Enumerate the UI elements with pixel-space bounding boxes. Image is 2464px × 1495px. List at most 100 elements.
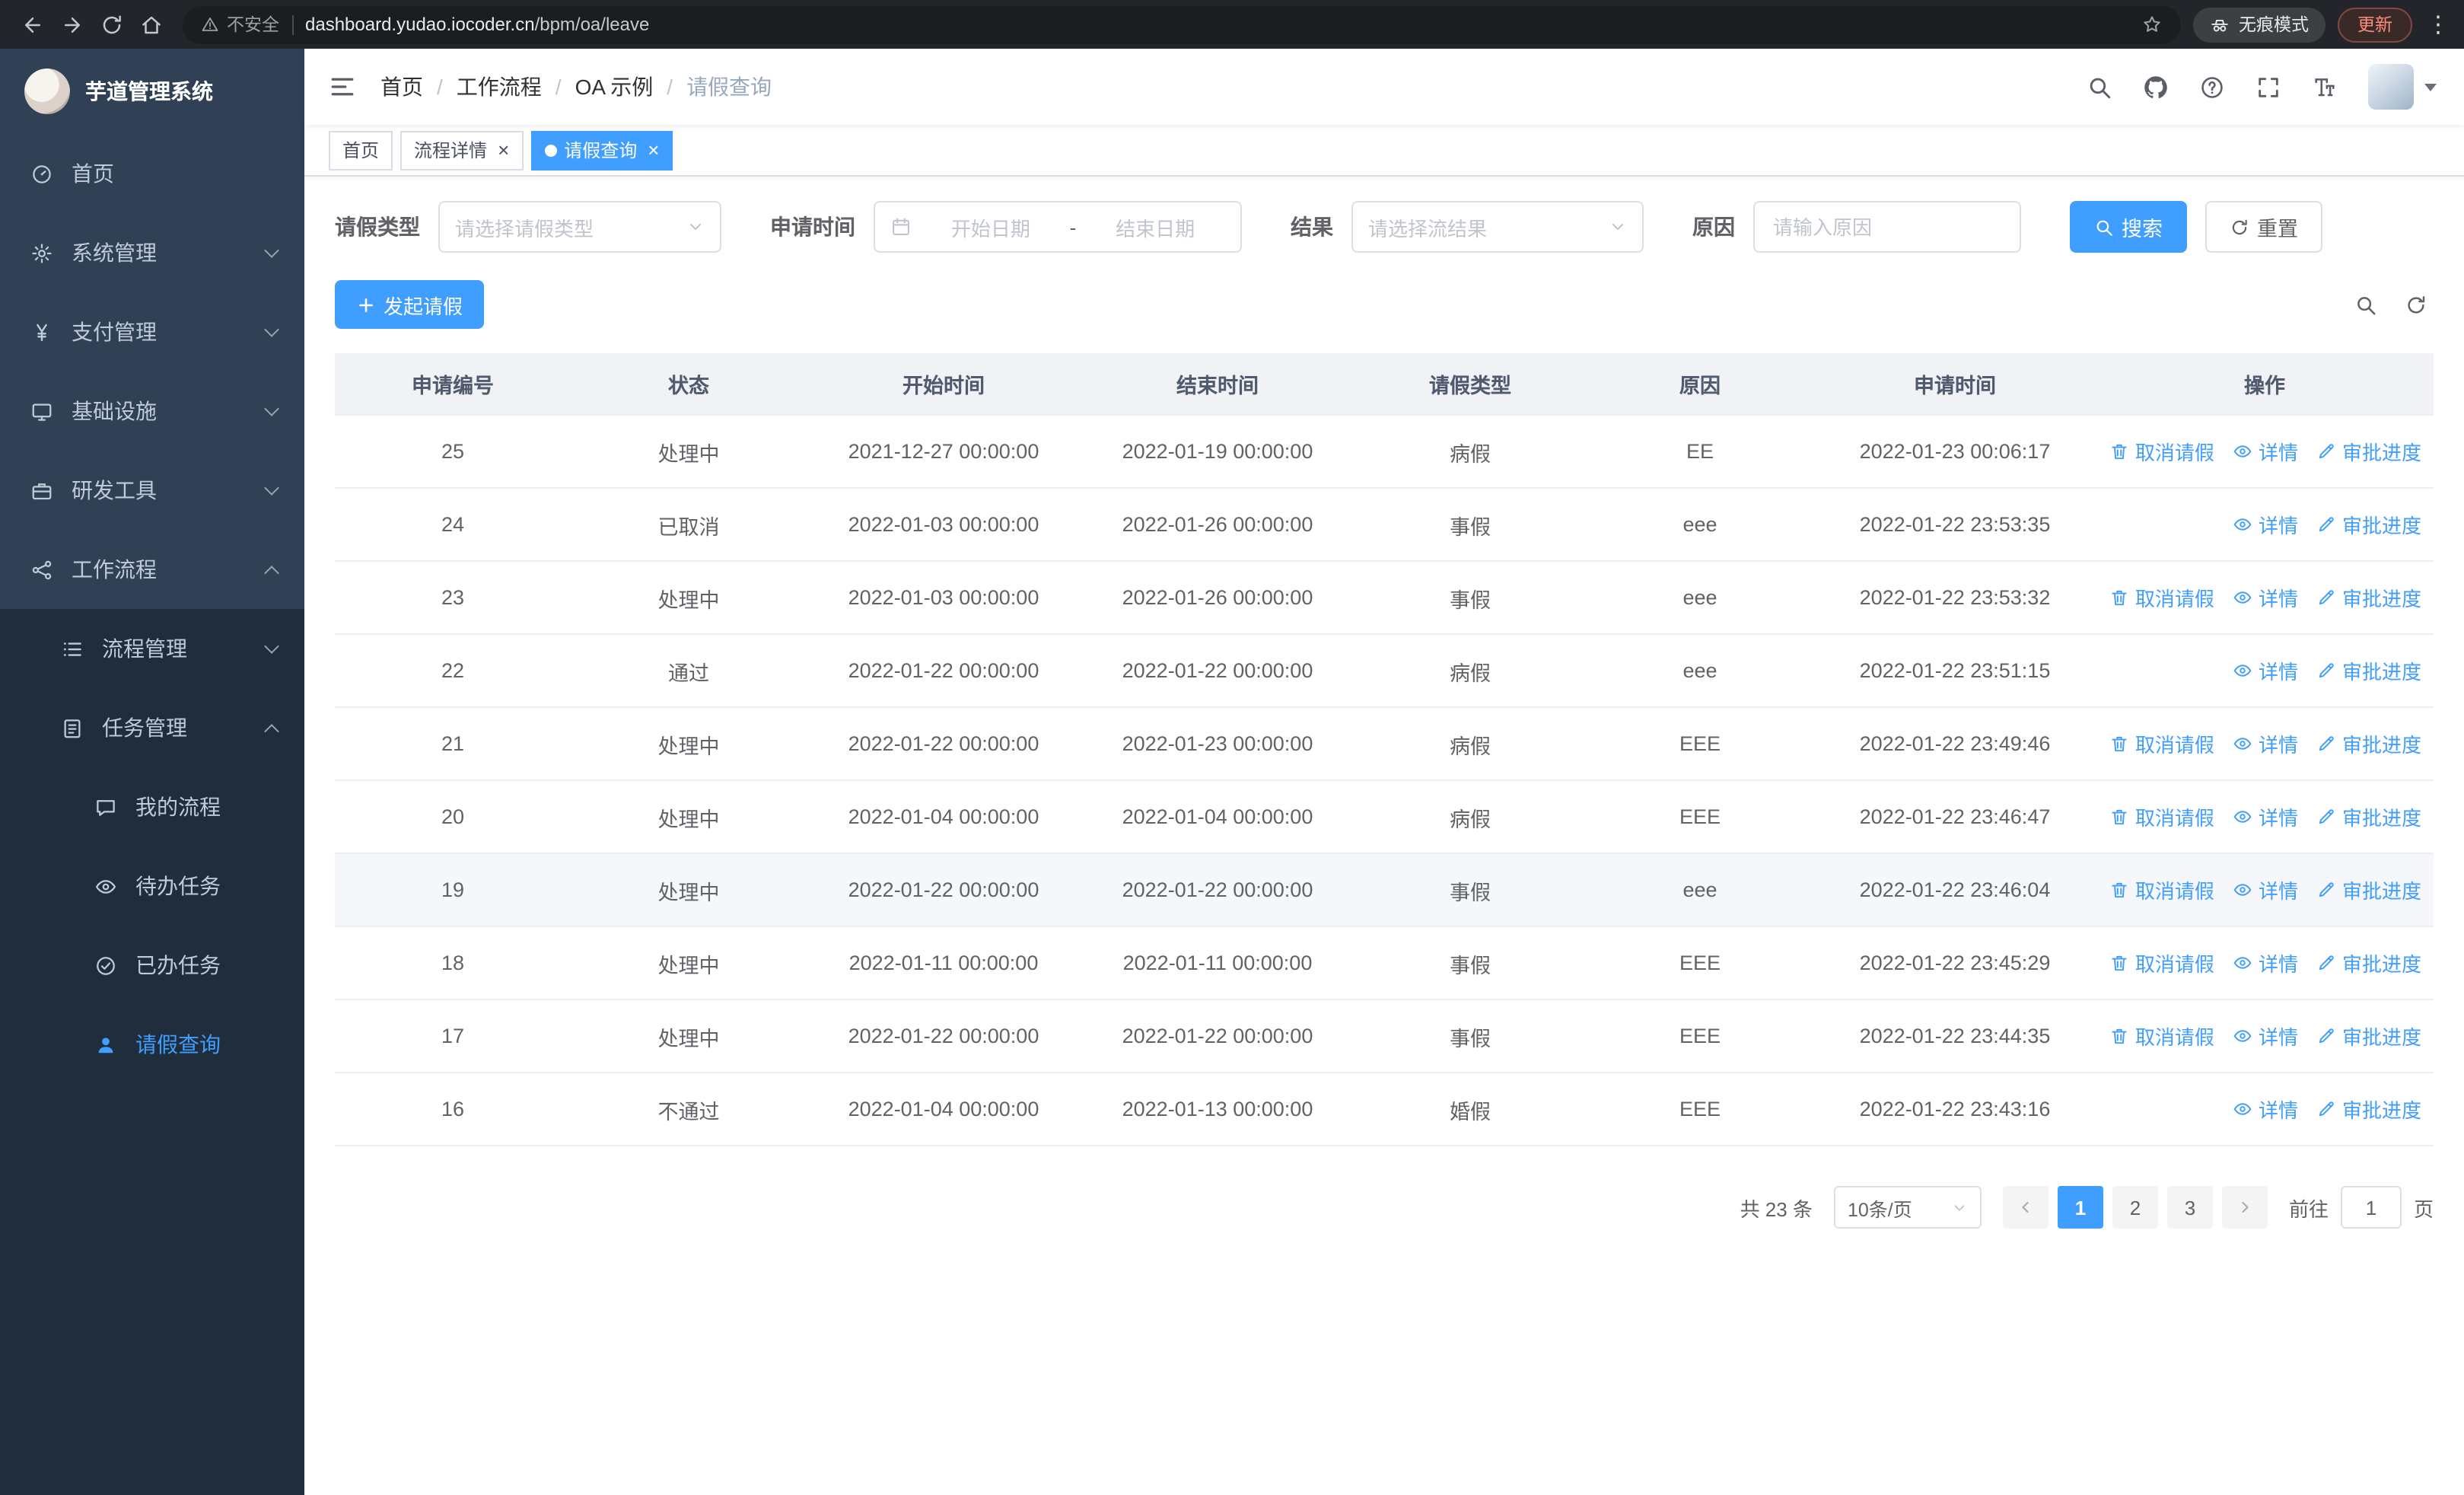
create-leave-button[interactable]: 发起请假 [335, 280, 485, 329]
detail-link[interactable]: 详情 [2233, 656, 2298, 685]
detail-link[interactable]: 详情 [2233, 510, 2298, 539]
cancel-leave-link[interactable]: 取消请假 [2109, 729, 2214, 758]
date-range-picker[interactable]: 开始日期 - 结束日期 [874, 201, 1242, 253]
filter-leave-type: 请假类型 请选择请假类型 [335, 201, 721, 253]
cancel-leave-link[interactable]: 取消请假 [2109, 875, 2214, 904]
cancel-leave-link[interactable]: 取消请假 [2109, 583, 2214, 612]
leave-type-placeholder: 请选择请假类型 [455, 217, 594, 240]
incognito-badge: 无痕模式 [2193, 7, 2326, 42]
detail-link[interactable]: 详情 [2233, 583, 2298, 612]
update-button[interactable]: 更新 [2338, 7, 2412, 42]
breadcrumb-item[interactable]: 工作流程 [457, 72, 542, 102]
dashboard-icon [30, 162, 53, 185]
sidebar-item-leave-query[interactable]: 请假查询 [0, 1005, 304, 1084]
home-button[interactable] [131, 5, 170, 44]
approval-progress-link[interactable]: 审批进度 [2316, 1095, 2421, 1124]
cancel-leave-link[interactable]: 取消请假 [2109, 1022, 2214, 1050]
sidebar-item-payment[interactable]: 支付管理 [0, 292, 304, 371]
detail-link[interactable]: 详情 [2233, 875, 2298, 904]
cell-id: 21 [441, 732, 465, 755]
approval-progress-link[interactable]: 审批进度 [2316, 802, 2421, 831]
result-select[interactable]: 请选择流结果 [1351, 201, 1644, 253]
fullscreen-icon[interactable] [2255, 74, 2281, 100]
table-tools [2354, 293, 2434, 316]
cell-end-time: 2022-01-22 00:00:00 [1122, 878, 1313, 901]
sidebar-item-devtools[interactable]: 研发工具 [0, 451, 304, 530]
user-menu[interactable] [2368, 64, 2437, 110]
cancel-leave-link[interactable]: 取消请假 [2109, 437, 2214, 466]
page-button-2[interactable]: 2 [2112, 1186, 2158, 1229]
approval-progress-link[interactable]: 审批进度 [2316, 875, 2421, 904]
cancel-leave-link[interactable]: 取消请假 [2109, 802, 2214, 831]
active-tab-dot [544, 144, 557, 156]
tab-process-detail[interactable]: 流程详情 × [400, 130, 524, 170]
sidebar-item-done-tasks[interactable]: 已办任务 [0, 926, 304, 1005]
reason-input[interactable] [1753, 201, 2021, 253]
leave-table: 申请编号 状态 开始时间 结束时间 请假类型 原因 申请时间 操作 25 处理中 2021-12-… [335, 353, 2434, 1146]
sidebar-item-system[interactable]: 系统管理 [0, 213, 304, 292]
column-header-actions: 操作 [2244, 375, 2285, 397]
cell-end-time: 2022-01-26 00:00:00 [1122, 513, 1313, 536]
sidebar-item-task-management[interactable]: 任务管理 [0, 688, 304, 767]
detail-link[interactable]: 详情 [2233, 1022, 2298, 1050]
forward-button[interactable] [52, 5, 91, 44]
reset-button[interactable]: 重置 [2205, 201, 2322, 253]
approval-progress-link[interactable]: 审批进度 [2316, 1022, 2421, 1050]
leave-type-select[interactable]: 请选择请假类型 [438, 201, 721, 253]
help-icon[interactable] [2199, 74, 2225, 100]
approval-progress-link[interactable]: 审批进度 [2316, 656, 2421, 685]
approval-progress-link[interactable]: 审批进度 [2316, 729, 2421, 758]
search-icon[interactable] [2087, 74, 2112, 100]
detail-link[interactable]: 详情 [2233, 437, 2298, 466]
page-size-select[interactable]: 10条/页 [1833, 1186, 1982, 1229]
detail-link[interactable]: 详情 [2233, 729, 2298, 758]
sidebar-item-infrastructure[interactable]: 基础设施 [0, 371, 304, 451]
cell-status: 处理中 [657, 954, 720, 977]
sidebar-collapse-button[interactable] [304, 49, 380, 125]
cell-id: 16 [441, 1098, 465, 1120]
detail-link[interactable]: 详情 [2233, 948, 2298, 977]
close-icon[interactable]: × [498, 140, 509, 160]
back-button[interactable] [12, 5, 52, 44]
github-icon[interactable] [2143, 74, 2169, 100]
sidebar-item-my-process[interactable]: 我的流程 [0, 767, 304, 846]
sidebar-item-home[interactable]: 首页 [0, 134, 304, 213]
page-button-1[interactable]: 1 [2057, 1186, 2103, 1229]
bookmark-star-icon[interactable] [2141, 14, 2163, 35]
reset-button-label: 重置 [2257, 218, 2298, 241]
breadcrumb-item[interactable]: OA 示例 [575, 72, 654, 102]
goto-page-input[interactable] [2340, 1186, 2402, 1229]
toggle-search-icon[interactable] [2354, 293, 2377, 316]
tab-leave-query[interactable]: 请假查询 × [530, 130, 673, 170]
url-bar[interactable]: 不安全 dashboard.yudao.iocoder.cn/bpm/oa/le… [183, 5, 2181, 43]
refresh-table-icon[interactable] [2405, 293, 2427, 316]
approval-progress-link[interactable]: 审批进度 [2316, 437, 2421, 466]
browser-menu-icon[interactable]: ⋮ [2424, 11, 2452, 38]
sidebar-item-todo-tasks[interactable]: 待办任务 [0, 846, 304, 926]
tab-home[interactable]: 首页 [329, 130, 393, 170]
column-header-reason: 原因 [1679, 375, 1721, 397]
cell-status: 处理中 [657, 588, 720, 611]
breadcrumb-item[interactable]: 首页 [380, 72, 423, 102]
detail-link[interactable]: 详情 [2233, 1095, 2298, 1124]
search-button[interactable]: 搜索 [2070, 201, 2187, 253]
cell-start-time: 2022-01-22 00:00:00 [848, 659, 1039, 682]
cancel-leave-link[interactable]: 取消请假 [2109, 948, 2214, 977]
security-chip[interactable]: 不安全 [201, 12, 279, 37]
cell-status: 处理中 [657, 881, 720, 904]
reason-label: 原因 [1692, 215, 1735, 239]
next-page-button[interactable] [2221, 1186, 2268, 1229]
detail-link[interactable]: 详情 [2233, 802, 2298, 831]
approval-progress-link[interactable]: 审批进度 [2316, 583, 2421, 612]
approval-progress-link[interactable]: 审批进度 [2316, 510, 2421, 539]
sidebar-item-workflow[interactable]: 工作流程 [0, 530, 304, 609]
close-icon[interactable]: × [648, 140, 659, 160]
filter-reason: 原因 [1692, 201, 2021, 253]
reload-button[interactable] [91, 5, 131, 44]
sidebar-item-label: 任务管理 [102, 716, 187, 740]
font-size-icon[interactable] [2312, 74, 2338, 100]
prev-page-button[interactable] [2002, 1186, 2049, 1229]
sidebar-item-process-management[interactable]: 流程管理 [0, 609, 304, 688]
page-button-3[interactable]: 3 [2166, 1186, 2213, 1229]
approval-progress-link[interactable]: 审批进度 [2316, 948, 2421, 977]
